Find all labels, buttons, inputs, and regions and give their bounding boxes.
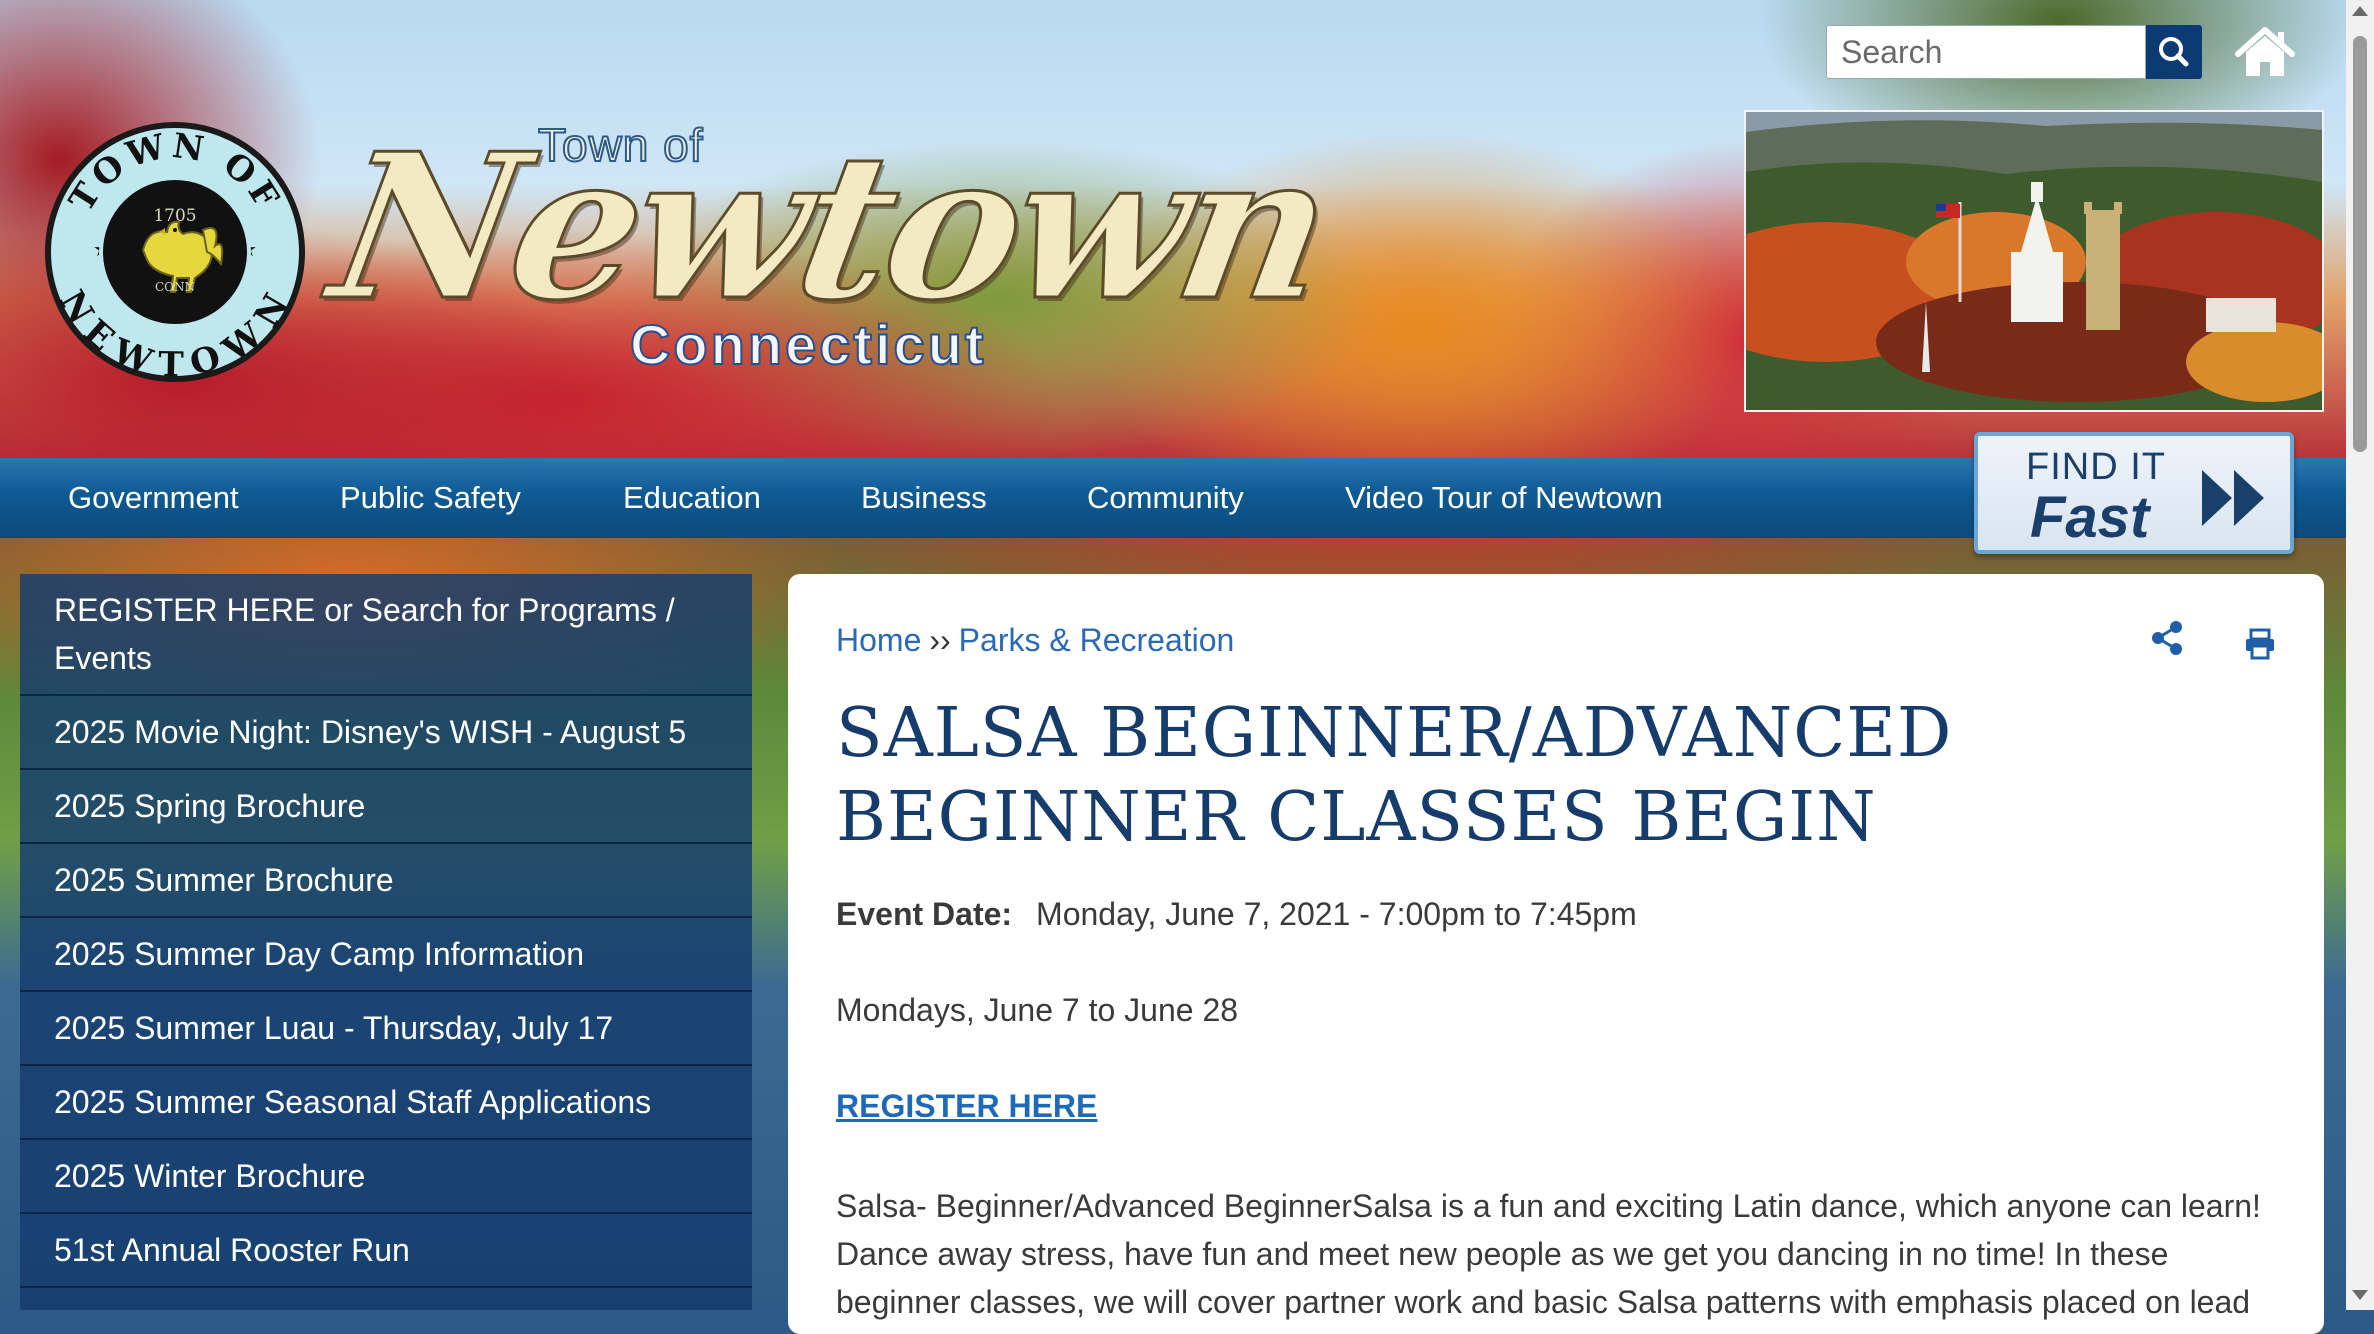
breadcrumb-parks-link[interactable]: Parks & Recreation xyxy=(959,622,1235,658)
nav-business[interactable]: Business xyxy=(861,458,987,538)
find-it-fast-line1: FIND IT xyxy=(2026,446,2166,488)
sidebar-item-more[interactable] xyxy=(20,1288,752,1310)
sidebar-item-summer-brochure[interactable]: 2025 Summer Brochure xyxy=(20,844,752,918)
sidebar-item-spring-brochure[interactable]: 2025 Spring Brochure xyxy=(20,770,752,844)
header-photo-town-green xyxy=(1744,110,2324,412)
sidebar-item-summer-luau[interactable]: 2025 Summer Luau - Thursday, July 17 xyxy=(20,992,752,1066)
scroll-up-arrow-icon[interactable] xyxy=(2352,6,2368,16)
double-chevron-right-icon xyxy=(2202,470,2264,526)
sidebar-item-register[interactable]: REGISTER HERE or Search for Programs / E… xyxy=(20,574,752,696)
search-input[interactable] xyxy=(1826,25,2146,79)
scroll-down-arrow-icon[interactable] xyxy=(2352,1290,2368,1300)
nav-public-safety[interactable]: Public Safety xyxy=(340,458,521,538)
sidebar-item-day-camp[interactable]: 2025 Summer Day Camp Information xyxy=(20,918,752,992)
nav-government[interactable]: Government xyxy=(68,458,239,538)
page-scrollbar[interactable] xyxy=(2346,0,2374,1310)
seal-conn: CONN xyxy=(154,280,196,294)
find-it-fast-line2: Fast xyxy=(2030,485,2150,550)
logo-wordmark-newtown[interactable]: Newtown xyxy=(316,109,1344,347)
logo-wordmark-town-of: Town of xyxy=(537,118,704,172)
breadcrumb-home-link[interactable]: Home xyxy=(836,622,921,658)
share-button[interactable] xyxy=(2150,620,2186,661)
sidebar-item-movie-night[interactable]: 2025 Movie Night: Disney's WISH - August… xyxy=(20,696,752,770)
search-button[interactable] xyxy=(2146,25,2202,79)
scrollbar-thumb[interactable] xyxy=(2353,36,2367,452)
event-schedule-text: Mondays, June 7 to June 28 xyxy=(836,992,1239,1028)
breadcrumb: Home ›› Parks & Recreation xyxy=(836,622,1234,659)
register-here-link[interactable]: REGISTER HERE xyxy=(836,1088,1097,1125)
event-date-label: Event Date: xyxy=(836,896,1013,932)
event-date-value: Monday, June 7, 2021 - 7:00pm to 7:45pm xyxy=(1036,896,1637,932)
home-button[interactable] xyxy=(2232,22,2298,82)
print-icon xyxy=(2246,628,2274,660)
sidebar-item-rooster-run[interactable]: 51st Annual Rooster Run xyxy=(20,1214,752,1288)
find-it-fast-button[interactable]: FIND IT Fast xyxy=(1974,432,2294,554)
event-description: Salsa- Beginner/Advanced BeginnerSalsa i… xyxy=(836,1188,2261,1320)
share-icon xyxy=(2152,621,2182,655)
print-button[interactable] xyxy=(2244,628,2276,665)
sidebar-item-winter-brochure[interactable]: 2025 Winter Brochure xyxy=(20,1140,752,1214)
home-icon xyxy=(2235,27,2295,76)
event-date-row: Event Date: Monday, June 7, 2021 - 7:00pm… xyxy=(836,896,1637,933)
seal-center: 1705 CONN xyxy=(99,176,251,328)
search-icon xyxy=(2159,37,2189,67)
town-seal-logo[interactable]: TOWN OF NEWTOWN ★ ★ 1705 CONN xyxy=(45,122,305,382)
nav-community[interactable]: Community xyxy=(1087,458,1244,538)
nav-video-tour[interactable]: Video Tour of Newtown xyxy=(1345,458,1663,538)
main-content: Home ›› Parks & Recreation SALSA BEGINNER/… xyxy=(788,574,2324,1334)
rooster-icon xyxy=(141,220,224,293)
church-landscape-image xyxy=(1746,112,2322,410)
sidebar-item-staff-applications[interactable]: 2025 Summer Seasonal Staff Applications xyxy=(20,1066,752,1140)
sidebar-menu: REGISTER HERE or Search for Programs / E… xyxy=(20,574,752,1310)
breadcrumb-separator: ›› xyxy=(929,622,951,658)
nav-education[interactable]: Education xyxy=(623,458,761,538)
page-title: SALSA BEGINNER/ADVANCED BEGINNER CLASSES… xyxy=(836,694,1953,857)
logo-wordmark-connecticut: Connecticut xyxy=(629,312,987,377)
